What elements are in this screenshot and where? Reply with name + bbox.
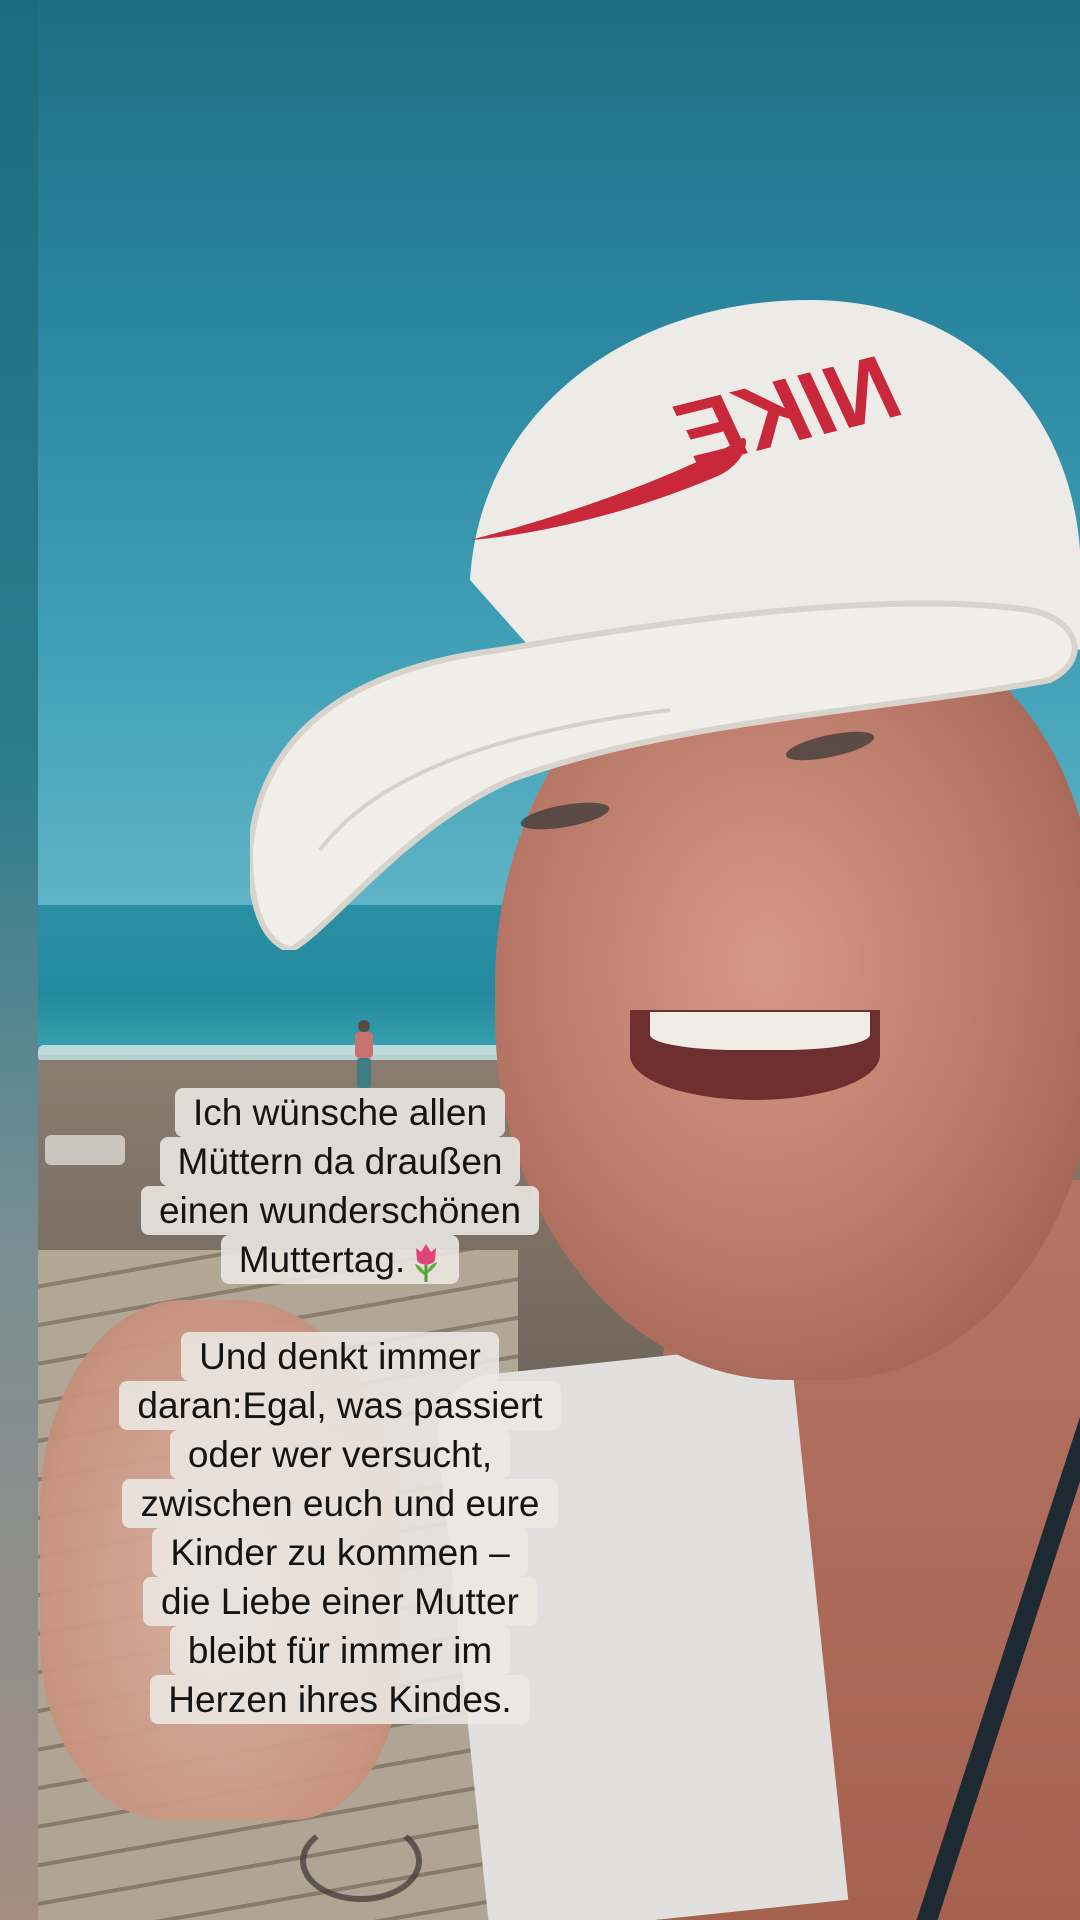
caption-line: Und denkt immer [181, 1332, 499, 1381]
caption-line: bleibt für immer im [169, 1626, 511, 1675]
caption-line-with-emoji: Muttertag. [220, 1235, 460, 1284]
caption-line: Müttern da draußen [159, 1137, 521, 1186]
caption-line: Ich wünsche allen [174, 1088, 506, 1137]
story-captions: Ich wünsche allen Müttern da draußen ein… [0, 0, 1080, 1920]
caption-line: oder wer versucht, [169, 1430, 511, 1479]
caption-line: einen wunderschönen [140, 1186, 540, 1235]
caption-line-text: Muttertag. [238, 1239, 406, 1280]
tulip-emoji-icon [411, 1242, 441, 1283]
caption-block-message: Und denkt immer daran:Egal, was passiert… [0, 1332, 680, 1724]
caption-line: daran:Egal, was passiert [119, 1381, 561, 1430]
caption-line: Kinder zu kommen – [152, 1528, 528, 1577]
caption-line: Herzen ihres Kindes. [150, 1675, 530, 1724]
caption-block-greeting: Ich wünsche allen Müttern da draußen ein… [0, 1088, 680, 1284]
caption-line: die Liebe einer Mutter [143, 1577, 537, 1626]
caption-line: zwischen euch und eure [122, 1479, 558, 1528]
